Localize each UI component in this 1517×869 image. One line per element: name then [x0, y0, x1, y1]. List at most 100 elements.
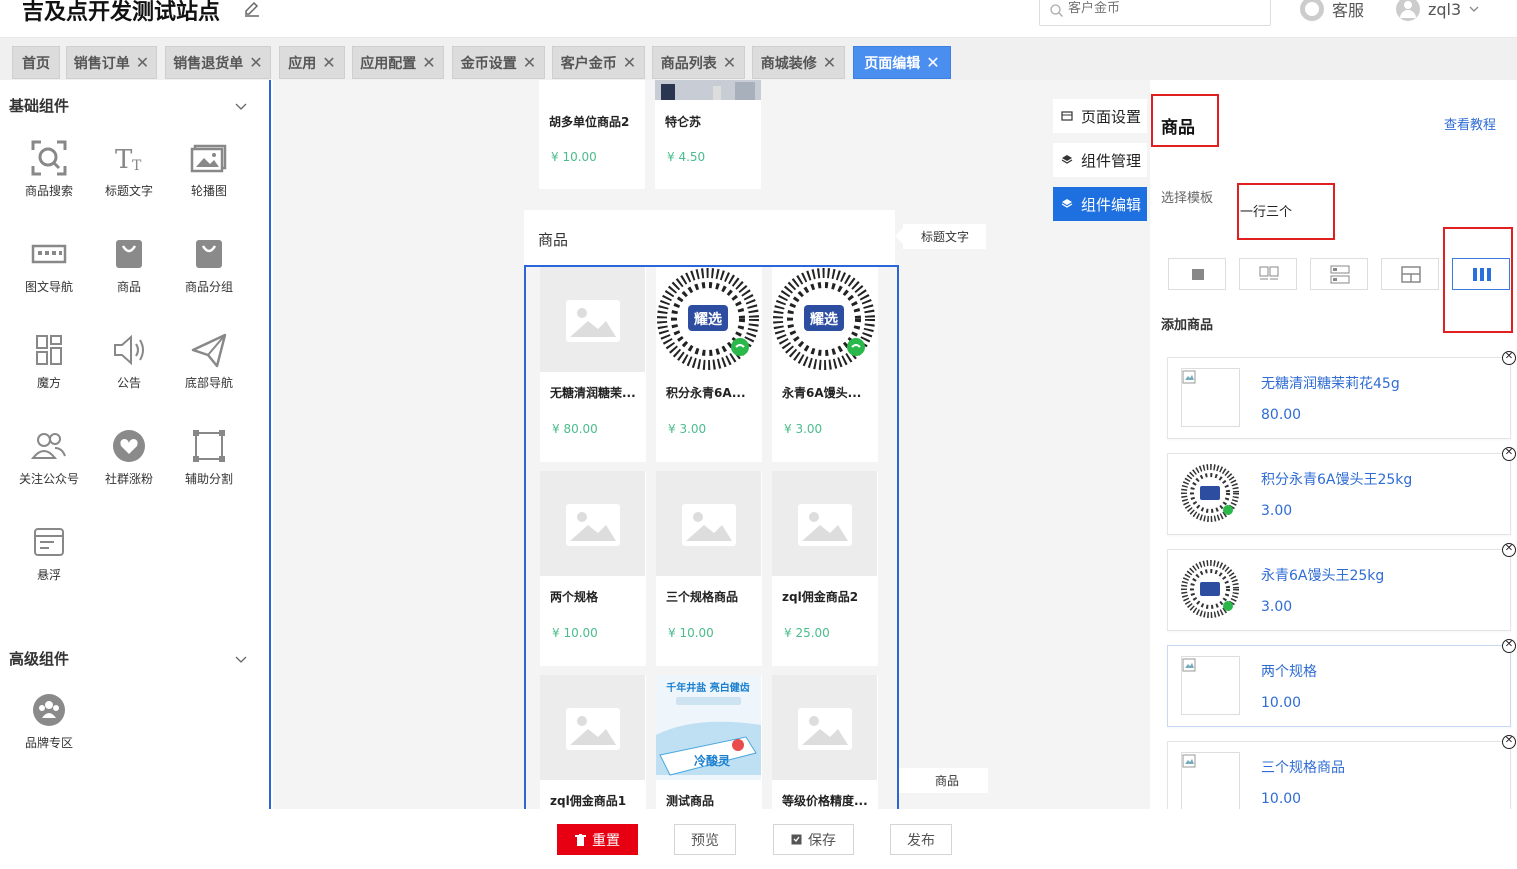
component-title-text[interactable]: TT 标题文字	[89, 138, 169, 199]
goods-item[interactable]: 三个规格商品 10.00	[1167, 741, 1511, 811]
highlight-box	[1237, 183, 1335, 240]
product-card[interactable]: 两个规格 ¥ 10.00	[540, 471, 646, 666]
goods-name[interactable]: 积分永青6A馒头王25kg	[1261, 469, 1412, 489]
goods-item[interactable]: 两个规格 10.00	[1167, 645, 1511, 727]
product-card[interactable]: 千年井盐 亮白健齿 冷酸灵 测试商品	[656, 675, 762, 827]
component-product-group[interactable]: 商品分组	[169, 234, 249, 295]
goods-item[interactable]: 积分永青6A馒头王25kg 3.00	[1167, 453, 1511, 535]
tab-customer-coins[interactable]: 客户金币 ✕	[552, 46, 645, 79]
title-text-icon: TT	[115, 145, 142, 175]
component-community[interactable]: 社群涨粉	[89, 426, 169, 487]
publish-button[interactable]: 发布	[890, 824, 952, 855]
qr-badge: 耀选	[694, 311, 722, 328]
product-grid-selected[interactable]: 无糖清润糖茉... ¥ 80.00 耀选 积分永青6A... ¥ 3.00 耀选…	[524, 265, 899, 827]
component-manage-button[interactable]: 组件管理	[1053, 143, 1147, 177]
component-product[interactable]: 商品	[89, 234, 169, 295]
save-button[interactable]: 保存	[773, 824, 854, 855]
product-card[interactable]: 耀选 永青6A馒头... ¥ 3.00	[772, 267, 878, 462]
product-card[interactable]: 等级价格精度...	[772, 675, 878, 827]
goods-name[interactable]: 无糖清润糖茉莉花45g	[1261, 373, 1400, 393]
search-input[interactable]	[1068, 1, 1258, 16]
product-search-icon	[31, 140, 67, 176]
reset-button[interactable]: 重置	[557, 824, 638, 855]
goods-item[interactable]: 永青6A馒头王25kg 3.00	[1167, 549, 1511, 631]
close-icon[interactable]: ✕	[926, 53, 939, 72]
remove-goods-icon[interactable]: ✕	[1502, 543, 1516, 557]
component-product-search[interactable]: 商品搜索	[9, 138, 89, 199]
tab-apps[interactable]: 应用 ✕	[279, 46, 345, 79]
close-icon[interactable]: ✕	[523, 53, 536, 72]
tutorial-link[interactable]: 查看教程	[1444, 114, 1496, 133]
tab-product-list[interactable]: 商品列表 ✕	[652, 46, 745, 79]
user-menu[interactable]: zql3	[1396, 0, 1479, 21]
remove-goods-icon[interactable]: ✕	[1502, 735, 1516, 749]
close-icon[interactable]: ✕	[322, 53, 335, 72]
tab-sales-order[interactable]: 销售订单 ✕	[66, 46, 157, 79]
product-name: zql佣金商品1	[550, 794, 627, 808]
product-price: ¥ 10.00	[668, 626, 714, 640]
component-bottom-nav[interactable]: 底部导航	[169, 330, 249, 391]
tab-home[interactable]: 首页	[12, 46, 60, 79]
section-title-block[interactable]: 商品	[524, 210, 895, 266]
remove-goods-icon[interactable]: ✕	[1502, 351, 1516, 365]
product-price: ¥ 25.00	[784, 626, 830, 640]
template-big-small[interactable]	[1381, 258, 1439, 290]
customer-service-button[interactable]: 客服	[1300, 0, 1364, 21]
goods-name[interactable]: 永青6A馒头王25kg	[1261, 565, 1384, 585]
section-title: 商品	[538, 231, 569, 249]
goods-tag[interactable]: 商品	[899, 768, 988, 793]
preview-button[interactable]: 预览	[674, 824, 736, 855]
remove-goods-icon[interactable]: ✕	[1502, 639, 1516, 653]
goods-item[interactable]: 无糖清润糖茉莉花45g 80.00	[1167, 357, 1511, 439]
component-announcement[interactable]: 公告	[89, 330, 169, 391]
product-card[interactable]: zql佣金商品2 ¥ 25.00	[772, 471, 878, 666]
goods-name[interactable]: 两个规格	[1261, 661, 1317, 681]
product-card[interactable]: 耀选 积分永青6A... ¥ 3.00	[656, 267, 762, 462]
component-float[interactable]: 悬浮	[9, 522, 89, 583]
component-magic-cube[interactable]: 魔方	[9, 330, 89, 391]
close-icon[interactable]: ✕	[422, 53, 435, 72]
template-list[interactable]	[1310, 258, 1368, 290]
tab-store-decoration[interactable]: 商城装修 ✕	[752, 46, 845, 79]
close-icon[interactable]: ✕	[823, 53, 836, 72]
close-icon[interactable]: ✕	[249, 53, 262, 72]
product-card[interactable]: 特仑苏 ¥ 4.50	[655, 80, 761, 189]
template-two-per-row[interactable]	[1239, 258, 1297, 290]
publish-label: 发布	[907, 832, 935, 849]
headset-icon	[1300, 0, 1324, 21]
close-icon[interactable]: ✕	[623, 53, 636, 72]
component-brand-zone[interactable]: 品牌专区	[9, 690, 89, 751]
chevron-down-icon[interactable]	[235, 100, 247, 112]
product-card[interactable]: 胡多单位商品2 ¥ 10.00	[539, 80, 645, 189]
page-settings-button[interactable]: 页面设置	[1053, 99, 1147, 133]
close-icon[interactable]: ✕	[136, 53, 149, 72]
component-follow-account[interactable]: 关注公众号	[9, 426, 89, 487]
tab-coin-settings[interactable]: 金币设置 ✕	[452, 46, 545, 79]
component-edit-button[interactable]: 组件编辑	[1053, 187, 1147, 221]
product-card[interactable]: zql佣金商品1	[540, 675, 646, 827]
product-group-icon	[196, 240, 222, 268]
product-price: ¥ 3.00	[784, 422, 823, 436]
tab-app-config[interactable]: 应用配置 ✕	[352, 46, 444, 79]
highlight-box	[1443, 227, 1513, 333]
close-icon[interactable]: ✕	[723, 53, 736, 72]
toothpaste-image: 千年井盐 亮白健齿 冷酸灵	[656, 675, 761, 780]
component-divider[interactable]: 辅助分割	[169, 426, 249, 487]
product-card[interactable]: 无糖清润糖茉... ¥ 80.00	[540, 267, 646, 462]
component-image-nav[interactable]: 图文导航	[9, 234, 89, 295]
template-large-image[interactable]	[1168, 258, 1226, 290]
bottom-nav-icon	[191, 333, 227, 368]
edit-pencil-icon[interactable]	[243, 0, 261, 18]
search-box[interactable]	[1039, 0, 1271, 26]
goods-name[interactable]: 三个规格商品	[1261, 757, 1345, 777]
tab-page-edit[interactable]: 页面编辑 ✕	[853, 46, 951, 79]
reset-label: 重置	[592, 832, 620, 849]
product-card[interactable]: 三个规格商品 ¥ 10.00	[656, 471, 762, 666]
remove-goods-icon[interactable]: ✕	[1502, 447, 1516, 461]
chevron-down-icon[interactable]	[235, 653, 247, 665]
svg-text:T: T	[132, 158, 142, 174]
title-text-tag[interactable]: 标题文字	[895, 224, 986, 249]
tab-sales-return[interactable]: 销售退货单 ✕	[165, 46, 271, 79]
tab-label: 金币设置	[460, 55, 517, 72]
component-carousel[interactable]: 轮播图	[169, 138, 249, 199]
